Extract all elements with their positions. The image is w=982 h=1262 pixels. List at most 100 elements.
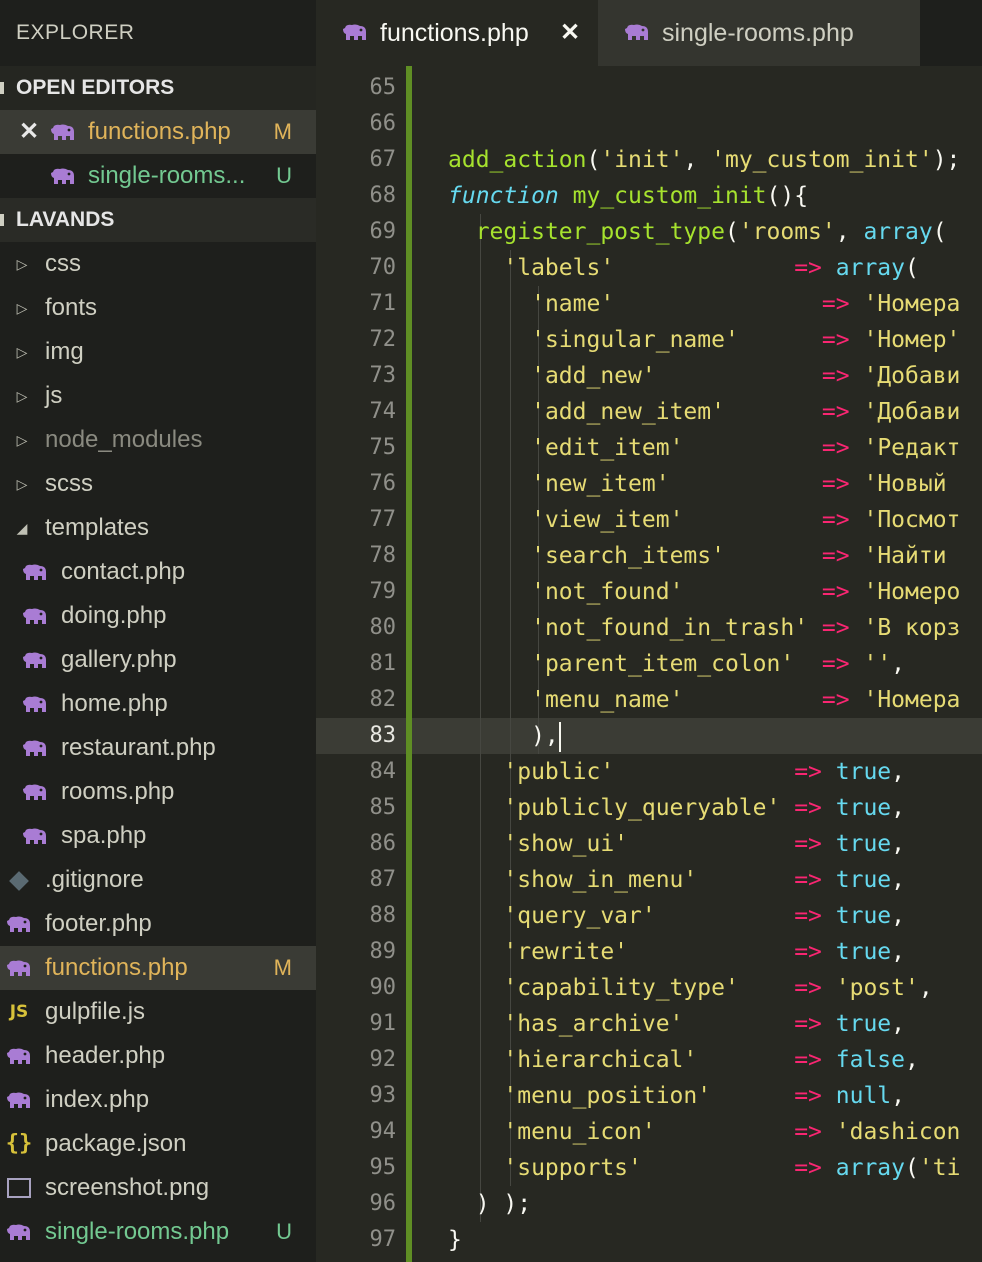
code-editor[interactable]: 65 66 67 add_action('init', 'my_custom_init…: [316, 66, 982, 1262]
file-icon-wrap: [4, 1078, 34, 1122]
code-token: 'singular_name': [531, 327, 739, 353]
open-editor-item[interactable]: single-rooms... U: [0, 154, 316, 198]
folder-img[interactable]: ▷ img: [0, 330, 316, 374]
file-item[interactable]: contact.php: [0, 550, 316, 594]
tab-single-rooms-php[interactable]: single-rooms.php: [598, 0, 920, 66]
code-token: }: [448, 1227, 462, 1253]
file-item[interactable]: index.php: [0, 1078, 316, 1122]
open-editor-item[interactable]: ✕ functions.php M: [0, 110, 316, 154]
file-item[interactable]: spa.php: [0, 814, 316, 858]
file-item[interactable]: doing.php: [0, 594, 316, 638]
code-token: 'init': [600, 147, 684, 173]
project-folder-header[interactable]: LAVANDS: [0, 198, 316, 242]
code-token: ,: [891, 1011, 905, 1037]
file-item[interactable]: {} package.json: [0, 1122, 316, 1166]
chevron-right-icon: ▷: [16, 388, 28, 404]
code-text: 'edit_item' => 'Редакт: [448, 430, 960, 466]
elephant-icon: [7, 960, 30, 976]
file-item[interactable]: JS gulpfile.js: [0, 990, 316, 1034]
git-status-badge: U: [276, 1219, 292, 1244]
code-token: function: [448, 183, 559, 209]
code-text: 'name' => 'Номера: [448, 286, 960, 322]
line-number: 70: [369, 255, 397, 280]
code-token: ,: [891, 795, 906, 821]
code-token: array: [835, 1155, 906, 1181]
code-token: 'ti: [918, 1155, 961, 1181]
code-line: 90 'capability_type' => 'post',: [316, 970, 982, 1006]
open-editors-header[interactable]: OPEN EDITORS: [0, 66, 316, 110]
line-number: 85: [369, 795, 397, 820]
folder-templates[interactable]: ◢ templates: [0, 506, 316, 550]
folder-css[interactable]: ▷ css: [0, 242, 316, 286]
code-line: 96 ) );: [316, 1186, 982, 1222]
code-line: 88 'query_var' => true,: [316, 898, 982, 934]
file-item[interactable]: gallery.php: [0, 638, 316, 682]
file-item[interactable]: header.php: [0, 1034, 316, 1078]
code-token: =>: [821, 543, 850, 569]
file-item[interactable]: .gitignore: [0, 858, 316, 902]
code-text: 'add_new_item' => 'Добави: [448, 394, 960, 430]
code-line: 87 'show_in_menu' => true,: [316, 862, 982, 898]
file-item[interactable]: restaurant.php: [0, 726, 316, 770]
elephant-icon: [343, 24, 366, 40]
file-icon-wrap: [20, 770, 50, 814]
folder-scss[interactable]: ▷ scss: [0, 462, 316, 506]
file-item[interactable]: home.php: [0, 682, 316, 726]
folder-fonts[interactable]: ▷ fonts: [0, 286, 316, 330]
code-text: function my_custom_init(){: [448, 178, 808, 214]
file-label: restaurant.php: [61, 734, 216, 761]
code-token: 'not_found': [531, 579, 684, 605]
close-icon[interactable]: ✕: [14, 110, 44, 154]
code-text: register_post_type('rooms', array(: [448, 214, 947, 250]
code-text: 'supports' => array('ti: [448, 1150, 960, 1186]
code-text: 'not_found' => 'Номеро: [448, 574, 960, 610]
explorer-title: EXPLORER: [16, 21, 135, 44]
code-token: 'edit_item': [531, 435, 684, 461]
project-folder-label: LAVANDS: [16, 208, 115, 231]
line-number: 75: [369, 435, 397, 460]
file-item[interactable]: screenshot.png: [0, 1166, 316, 1210]
code-token: 'Номеро: [863, 579, 961, 605]
code-line: 83 ),: [316, 718, 982, 754]
file-label: functions.php: [45, 954, 188, 981]
code-token: 'menu_icon': [503, 1119, 656, 1145]
chevron-right-icon: ▷: [16, 432, 28, 448]
code-line: 95 'supports' => array('ti: [316, 1150, 982, 1186]
file-item[interactable]: rooms.php: [0, 770, 316, 814]
file-icon-wrap: [20, 638, 50, 682]
folder-node-modules[interactable]: ▷ node_modules: [0, 418, 316, 462]
line-number: 91: [369, 1011, 397, 1036]
code-token: 'Найти: [863, 543, 961, 569]
code-line: 97}: [316, 1222, 982, 1258]
line-number: 69: [369, 219, 397, 244]
file-label: doing.php: [61, 602, 167, 629]
file-item[interactable]: single-rooms.php U: [0, 1210, 316, 1254]
line-number: 86: [369, 831, 397, 856]
elephant-icon: [51, 124, 74, 140]
file-item[interactable]: functions.php M: [0, 946, 316, 990]
code-token: (: [724, 219, 739, 245]
close-icon[interactable]: ✕: [560, 0, 580, 66]
file-item[interactable]: footer.php: [0, 902, 316, 946]
git-diamond: [9, 871, 29, 891]
folder-js[interactable]: ▷ js: [0, 374, 316, 418]
tab-functions-php[interactable]: functions.php ✕: [316, 0, 598, 66]
code-token: =>: [794, 255, 822, 281]
code-token: =>: [794, 975, 822, 1001]
line-number: 68: [369, 183, 397, 208]
line-number: 72: [369, 327, 397, 352]
code-text: 'public' => true,: [448, 754, 905, 790]
chevron-right-icon: ▷: [16, 476, 28, 492]
